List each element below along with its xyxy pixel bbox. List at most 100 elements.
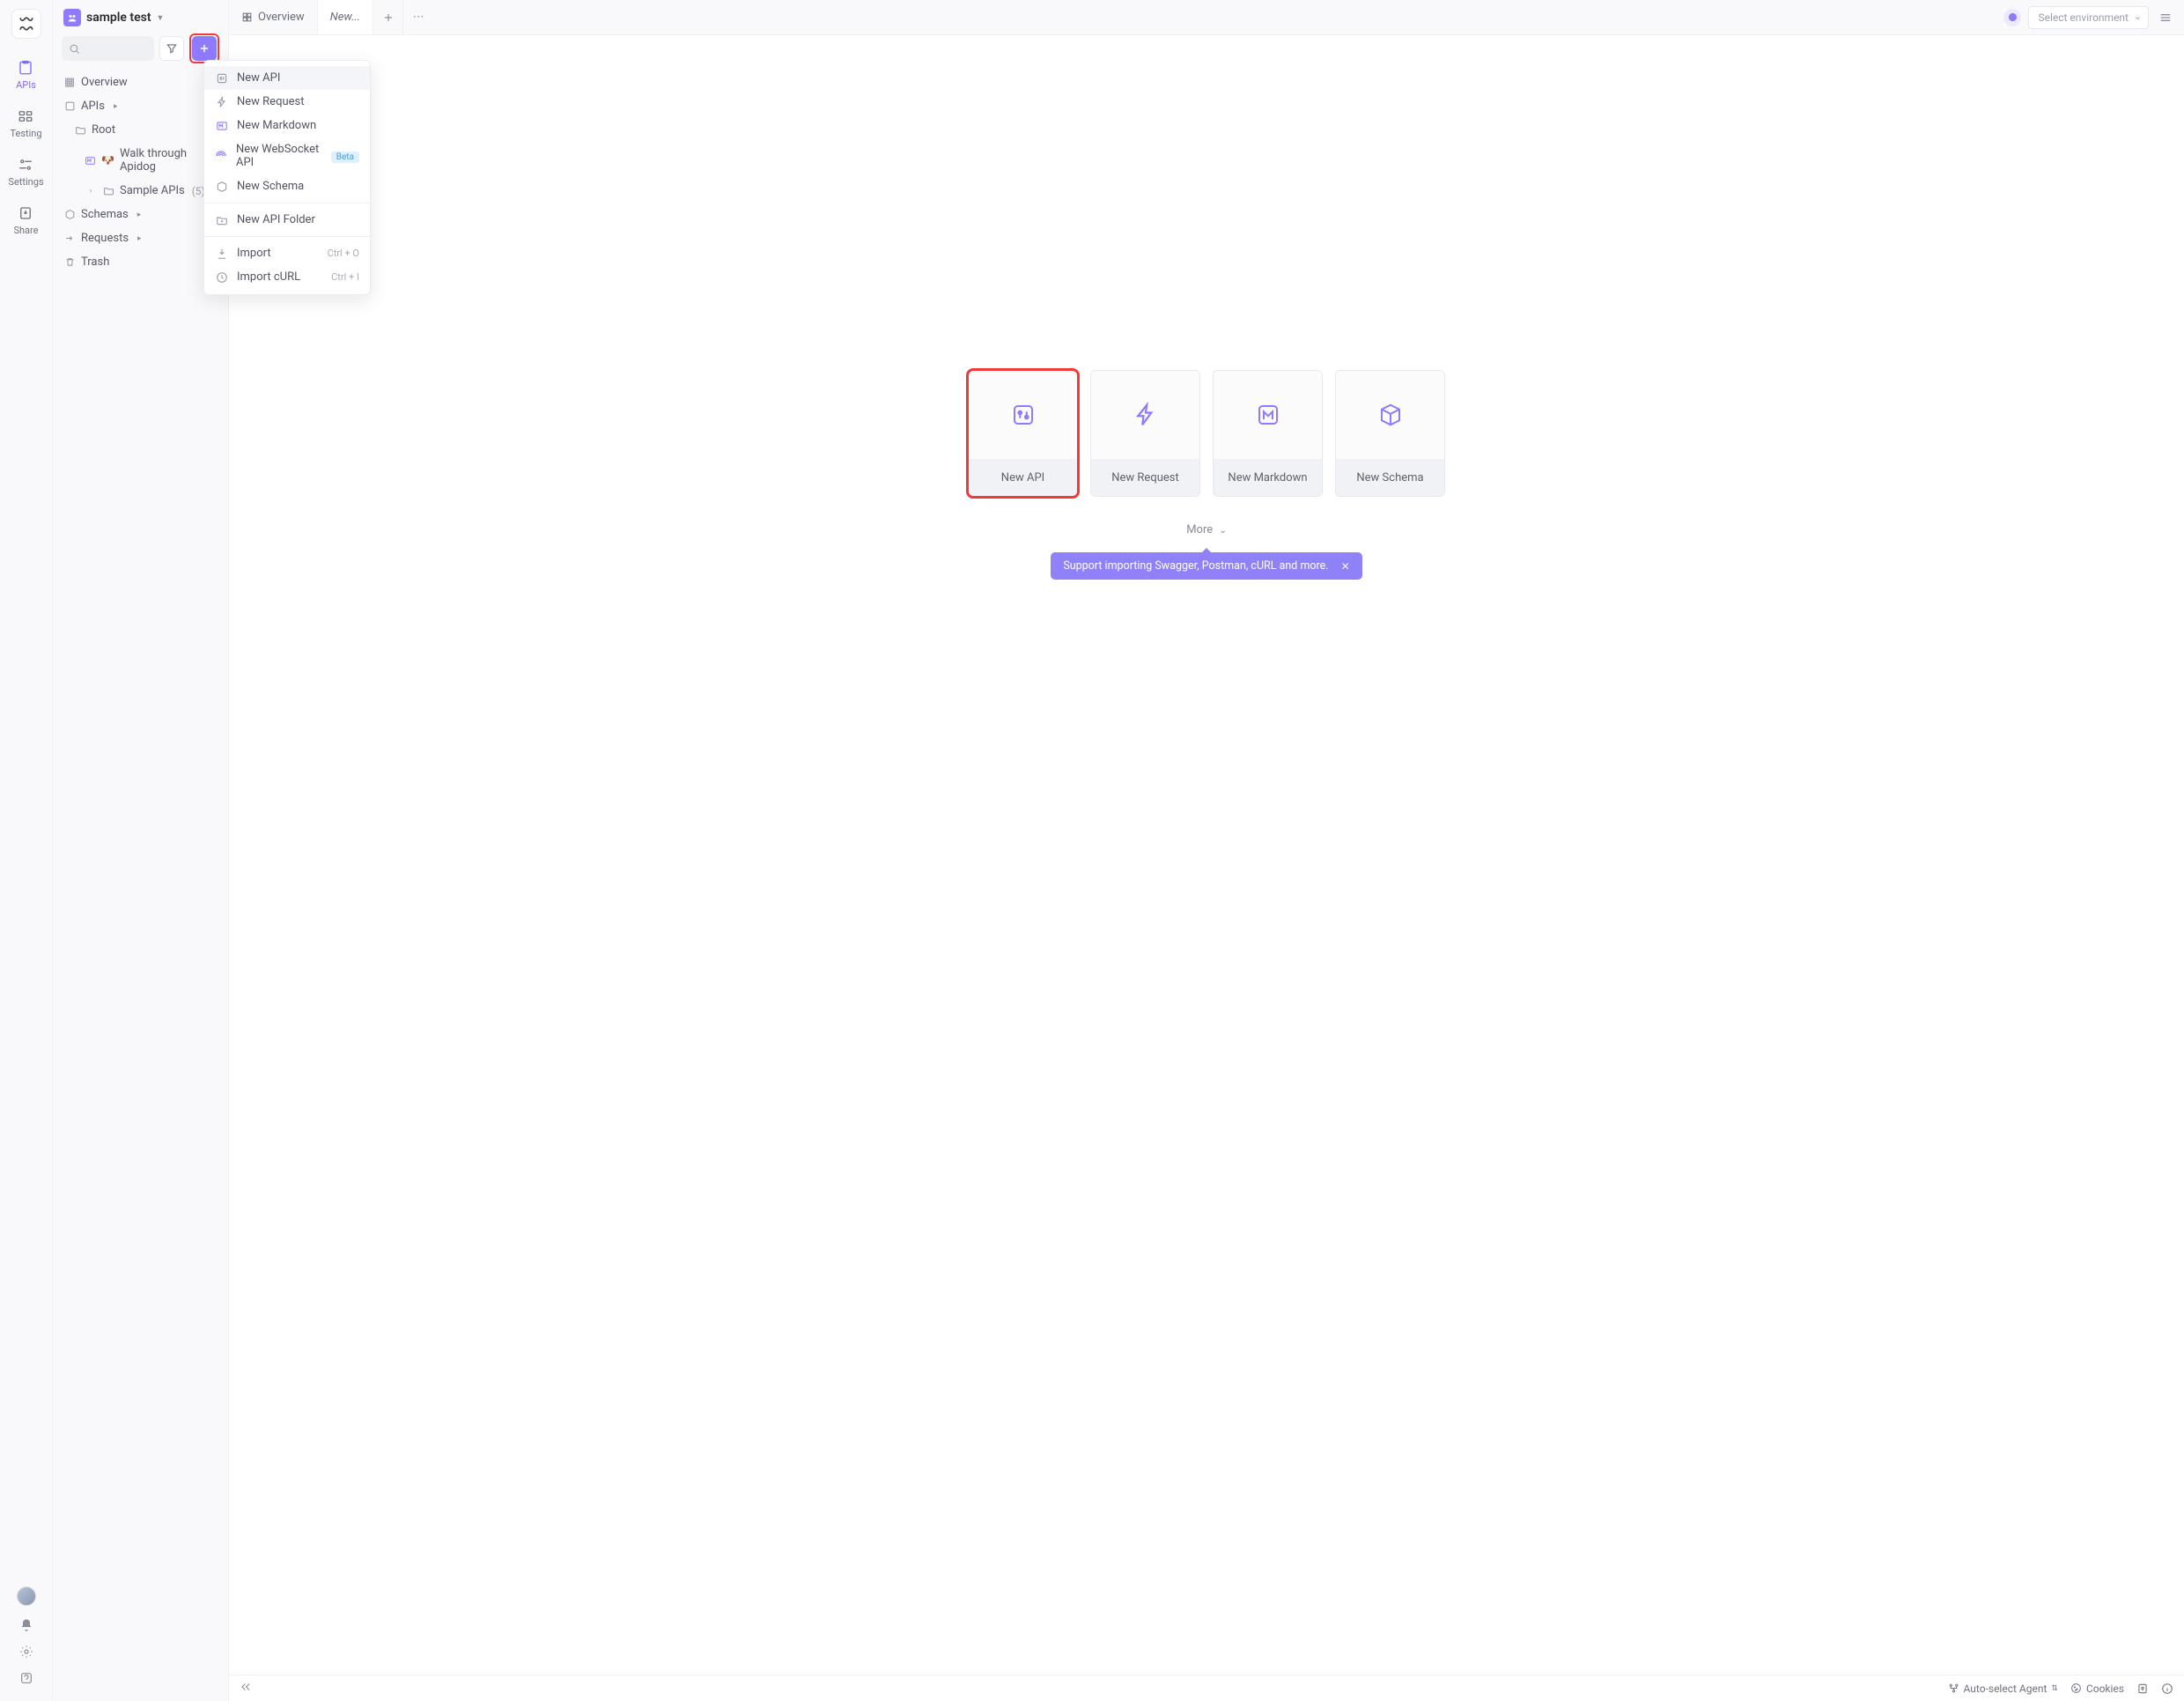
rail-apis[interactable]: APIs [16,60,36,91]
import-icon [215,248,228,260]
filter-button[interactable] [159,36,184,61]
more-link[interactable]: More ⌄ [1186,523,1227,536]
card-new-markdown[interactable]: New Markdown [1213,370,1323,497]
tree-walk[interactable]: 🐶 Walk through Apidog [56,142,225,179]
collapse-sidebar-button[interactable] [240,1681,252,1696]
sidebar: sample test ▼ ▦ Overview APIs ▸ [53,0,229,1701]
tabbar-right: Select environment [2003,0,2184,34]
help-icon[interactable] [19,1671,33,1685]
project-selector[interactable]: sample test ▼ [53,0,228,33]
bell-icon[interactable] [19,1618,33,1632]
card-new-api[interactable]: New API [968,370,1078,497]
import-hint-text: Support importing Swagger, Postman, cURL… [1063,559,1328,573]
card-new-api-label: New API [969,459,1077,496]
more-link-label: More [1186,523,1213,536]
cookie-icon [2070,1683,2082,1694]
rail-testing[interactable]: Testing [10,108,41,139]
rail-apis-label: APIs [16,79,36,91]
dropdown-separator [204,236,370,237]
dd-import[interactable]: Import Ctrl + O [204,241,370,265]
tab-new-label: New... [330,11,360,24]
tab-overview[interactable]: Overview [229,0,318,34]
tree-trash[interactable]: Trash [56,250,225,274]
chevron-right-icon: ▸ [114,102,118,111]
api-folder-icon [63,100,76,112]
status-bar: Auto-select Agent ⇅ Cookies [229,1675,2184,1701]
tree-overview[interactable]: ▦ Overview [56,70,225,94]
dd-new-folder[interactable]: New API Folder [204,208,370,232]
dd-new-websocket-label: New WebSocket API [236,143,322,169]
main: Overview New... ⋯ Select environment [229,0,2184,1701]
tree-apis[interactable]: APIs ▸ [56,94,225,118]
markdown-icon [215,120,228,132]
chevron-down-icon: ⌄ [1219,526,1226,536]
menu-button[interactable] [2156,8,2175,27]
card-new-request[interactable]: New Request [1090,370,1200,497]
info-icon [2161,1683,2173,1695]
websocket-icon [215,150,227,162]
agent-icon [1948,1683,1959,1694]
gear-icon[interactable] [19,1645,33,1659]
tree-trash-label: Trash [81,255,109,269]
environment-selector[interactable]: Select environment [2028,6,2149,29]
icon-rail: APIs Testing Settings Share [0,0,53,1701]
dd-import-label: Import [237,247,271,260]
dd-new-markdown[interactable]: New Markdown [204,114,370,137]
grid-icon [241,11,253,23]
chevron-right-icon: ▸ [137,211,142,219]
lightning-icon [215,96,228,108]
tab-new[interactable]: New... [318,0,373,34]
tab-add-button[interactable] [373,0,403,34]
cookies-label: Cookies [2086,1683,2124,1695]
tree-overview-label: Overview [81,76,128,89]
trash-icon [63,256,76,268]
dd-new-folder-label: New API Folder [237,213,315,226]
tree: ▦ Overview APIs ▸ Root 🐶 Walk through Ap… [53,70,228,1701]
card-new-api-icon [969,371,1077,459]
card-new-schema[interactable]: New Schema [1335,370,1445,497]
chevron-updown-icon: ⇅ [2051,1684,2058,1693]
schema-icon [63,209,76,220]
rail-share-label: Share [13,225,38,236]
info-button[interactable] [2161,1683,2173,1695]
dd-new-markdown-label: New Markdown [237,119,316,132]
chevron-right-icon: › [85,187,97,196]
import-hint-banner: Support importing Swagger, Postman, cURL… [1051,552,1361,580]
dd-new-api[interactable]: New API [204,66,370,90]
card-new-schema-label: New Schema [1336,459,1444,496]
app-logo[interactable] [11,9,41,39]
tree-requests[interactable]: Requests ▸ [56,226,225,250]
tab-more-button[interactable]: ⋯ [403,0,433,34]
tree-root[interactable]: Root [56,118,225,142]
cookies-button[interactable]: Cookies [2070,1683,2124,1695]
folder-plus-icon [215,214,228,226]
add-dropdown: New API New Request New Markdown New Web… [203,60,371,295]
request-icon [63,233,76,244]
close-icon[interactable]: ✕ [1341,560,1350,573]
tree-schemas-label: Schemas [81,208,129,221]
env-indicator[interactable] [2003,9,2021,26]
dd-new-websocket[interactable]: New WebSocket API Beta [204,137,370,174]
dd-import-curl[interactable]: Import cURL Ctrl + I [204,265,370,289]
rail-settings[interactable]: Settings [8,157,43,188]
dd-new-request[interactable]: New Request [204,90,370,114]
dd-new-schema[interactable]: New Schema [204,174,370,198]
agent-label: Auto-select Agent [1964,1683,2048,1695]
folder-icon [74,124,86,136]
create-cards: New API New Request New Markdown New Sch… [968,370,1445,497]
sidebar-toolbar [53,33,228,70]
user-avatar[interactable] [17,1586,36,1606]
search-input[interactable] [62,36,154,61]
rail-testing-label: Testing [10,128,41,139]
add-button[interactable] [192,36,217,61]
tree-sample[interactable]: › Sample APIs (5) [56,179,225,203]
chevron-down-icon: ▼ [157,13,165,23]
tree-apis-label: APIs [81,100,105,113]
vault-button[interactable] [2136,1683,2149,1695]
agent-selector[interactable]: Auto-select Agent ⇅ [1948,1683,2058,1695]
rail-share[interactable]: Share [13,205,38,236]
dd-new-api-label: New API [237,71,280,85]
card-new-schema-icon [1336,371,1444,459]
tree-root-label: Root [92,123,115,137]
tree-schemas[interactable]: Schemas ▸ [56,203,225,226]
